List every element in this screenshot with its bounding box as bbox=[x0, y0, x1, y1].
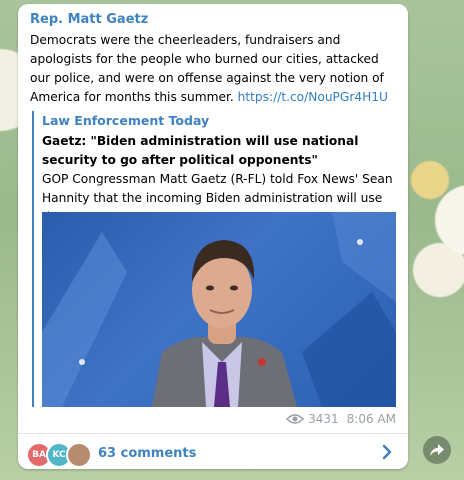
message-text: Democrats were the cheerleaders, fundrai… bbox=[30, 31, 402, 107]
view-count: 3431 bbox=[308, 412, 339, 426]
preview-title: Gaetz: "Biden administration will use na… bbox=[42, 134, 359, 167]
message-time: 8:06 AM bbox=[346, 412, 396, 426]
preview-image-illustration bbox=[42, 212, 396, 407]
comments-bar[interactable]: BA KC 63 comments bbox=[18, 434, 408, 469]
avatar bbox=[66, 442, 92, 468]
message-link[interactable]: https://t.co/NouPGr4H1U bbox=[238, 90, 388, 104]
share-button[interactable] bbox=[423, 436, 451, 464]
chevron-right-icon[interactable] bbox=[380, 443, 394, 461]
message-meta: 3431 8:06 AM bbox=[286, 412, 396, 426]
share-arrow-icon bbox=[430, 444, 444, 456]
comments-link[interactable]: 63 comments bbox=[98, 446, 196, 461]
eye-icon bbox=[286, 414, 305, 424]
preview-site-name: Law Enforcement Today bbox=[42, 113, 210, 128]
sender-name[interactable]: Rep. Matt Gaetz bbox=[30, 12, 148, 27]
message-bubble: Rep. Matt Gaetz Democrats were the cheer… bbox=[18, 4, 408, 469]
link-preview[interactable]: Law Enforcement Today Gaetz: "Biden admi… bbox=[32, 111, 396, 407]
preview-image[interactable] bbox=[42, 212, 396, 407]
